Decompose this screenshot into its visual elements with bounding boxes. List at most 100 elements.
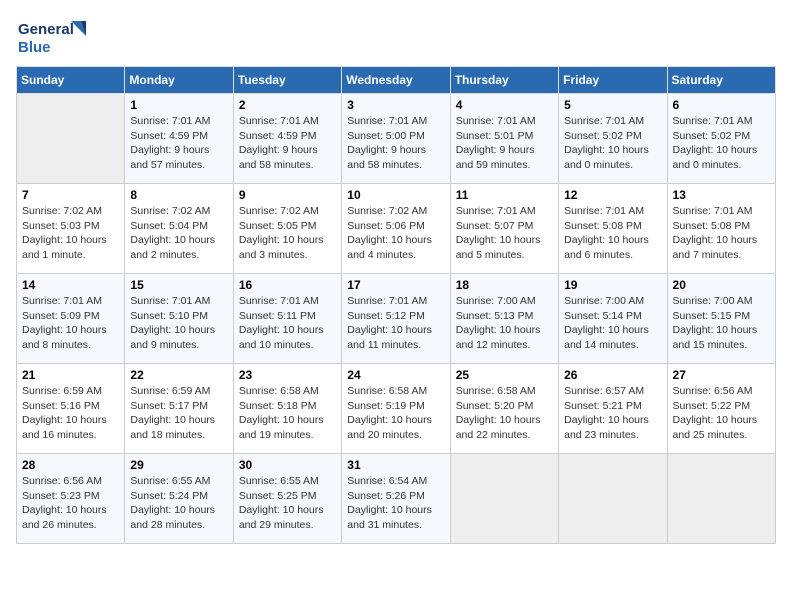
day-cell: 22 Sunrise: 6:59 AMSunset: 5:17 PMDayligh… <box>125 364 233 454</box>
day-number: 17 <box>347 278 444 292</box>
day-info: Sunrise: 7:00 AMSunset: 5:13 PMDaylight:… <box>456 294 553 353</box>
day-number: 23 <box>239 368 336 382</box>
day-number: 26 <box>564 368 661 382</box>
day-info: Sunrise: 7:01 AMSunset: 4:59 PMDaylight:… <box>239 114 336 173</box>
day-cell: 14Sunrise: 7:01 AMSunset: 5:09 PMDayligh… <box>17 274 125 364</box>
day-cell: 20 Sunrise: 7:00 AMSunset: 5:15 PMDayligh… <box>667 274 775 364</box>
day-cell: 31 Sunrise: 6:54 AMSunset: 5:26 PMDayligh… <box>342 454 450 544</box>
day-number: 2 <box>239 98 336 112</box>
header-cell-sunday: Sunday <box>17 67 125 94</box>
day-info: Sunrise: 6:57 AMSunset: 5:21 PMDaylight:… <box>564 384 661 443</box>
day-info: Sunrise: 7:00 AMSunset: 5:14 PMDaylight:… <box>564 294 661 353</box>
day-cell: 7 Sunrise: 7:02 AMSunset: 5:03 PMDaylight… <box>17 184 125 274</box>
day-info: Sunrise: 7:01 AMSunset: 5:10 PMDaylight:… <box>130 294 227 353</box>
day-info: Sunrise: 6:54 AMSunset: 5:26 PMDaylight:… <box>347 474 444 533</box>
day-info: Sunrise: 6:59 AMSunset: 5:17 PMDaylight:… <box>130 384 227 443</box>
day-cell: 15Sunrise: 7:01 AMSunset: 5:10 PMDayligh… <box>125 274 233 364</box>
week-row-1: 1 Sunrise: 7:01 AMSunset: 4:59 PMDaylight… <box>17 94 776 184</box>
day-info: Sunrise: 6:59 AMSunset: 5:16 PMDaylight:… <box>22 384 119 443</box>
day-info: Sunrise: 6:56 AMSunset: 5:22 PMDaylight:… <box>673 384 770 443</box>
header-cell-wednesday: Wednesday <box>342 67 450 94</box>
day-cell <box>559 454 667 544</box>
day-info: Sunrise: 7:01 AMSunset: 5:01 PMDaylight:… <box>456 114 553 173</box>
week-row-5: 28 Sunrise: 6:56 AMSunset: 5:23 PMDayligh… <box>17 454 776 544</box>
day-cell: 10Sunrise: 7:02 AMSunset: 5:06 PMDayligh… <box>342 184 450 274</box>
day-info: Sunrise: 7:01 AMSunset: 5:02 PMDaylight:… <box>564 114 661 173</box>
day-cell: 8 Sunrise: 7:02 AMSunset: 5:04 PMDaylight… <box>125 184 233 274</box>
day-cell: 9Sunrise: 7:02 AMSunset: 5:05 PMDaylight… <box>233 184 341 274</box>
svg-text:Blue: Blue <box>18 39 51 56</box>
day-cell: 21 Sunrise: 6:59 AMSunset: 5:16 PMDayligh… <box>17 364 125 454</box>
day-cell: 4 Sunrise: 7:01 AMSunset: 5:01 PMDaylight… <box>450 94 558 184</box>
day-cell: 3 Sunrise: 7:01 AMSunset: 5:00 PMDaylight… <box>342 94 450 184</box>
day-number: 6 <box>673 98 770 112</box>
day-info: Sunrise: 7:01 AMSunset: 5:02 PMDaylight:… <box>673 114 770 173</box>
day-info: Sunrise: 7:00 AMSunset: 5:15 PMDaylight:… <box>673 294 770 353</box>
day-number: 31 <box>347 458 444 472</box>
header-row: SundayMondayTuesdayWednesdayThursdayFrid… <box>17 67 776 94</box>
day-number: 13 <box>673 188 770 202</box>
day-number: 5 <box>564 98 661 112</box>
page-header: GeneralBlue <box>16 16 776 56</box>
day-number: 20 <box>673 278 770 292</box>
day-number: 28 <box>22 458 119 472</box>
day-info: Sunrise: 7:02 AMSunset: 5:04 PMDaylight:… <box>130 204 227 263</box>
day-cell: 17 Sunrise: 7:01 AMSunset: 5:12 PMDayligh… <box>342 274 450 364</box>
header-cell-monday: Monday <box>125 67 233 94</box>
day-info: Sunrise: 7:01 AMSunset: 5:00 PMDaylight:… <box>347 114 444 173</box>
day-cell: 30 Sunrise: 6:55 AMSunset: 5:25 PMDayligh… <box>233 454 341 544</box>
day-cell: 26 Sunrise: 6:57 AMSunset: 5:21 PMDayligh… <box>559 364 667 454</box>
day-cell: 28 Sunrise: 6:56 AMSunset: 5:23 PMDayligh… <box>17 454 125 544</box>
header-cell-tuesday: Tuesday <box>233 67 341 94</box>
day-cell <box>667 454 775 544</box>
logo: GeneralBlue <box>16 16 96 56</box>
day-cell: 19 Sunrise: 7:00 AMSunset: 5:14 PMDayligh… <box>559 274 667 364</box>
day-number: 11 <box>456 188 553 202</box>
day-number: 25 <box>456 368 553 382</box>
day-number: 30 <box>239 458 336 472</box>
day-cell: 29 Sunrise: 6:55 AMSunset: 5:24 PMDayligh… <box>125 454 233 544</box>
day-info: Sunrise: 6:55 AMSunset: 5:24 PMDaylight:… <box>130 474 227 533</box>
day-cell: 25 Sunrise: 6:58 AMSunset: 5:20 PMDayligh… <box>450 364 558 454</box>
day-number: 4 <box>456 98 553 112</box>
day-cell <box>17 94 125 184</box>
day-number: 29 <box>130 458 227 472</box>
day-cell: 18 Sunrise: 7:00 AMSunset: 5:13 PMDayligh… <box>450 274 558 364</box>
day-info: Sunrise: 7:02 AMSunset: 5:03 PMDaylight:… <box>22 204 119 263</box>
header-cell-thursday: Thursday <box>450 67 558 94</box>
day-number: 1 <box>130 98 227 112</box>
day-number: 21 <box>22 368 119 382</box>
day-cell: 13Sunrise: 7:01 AMSunset: 5:08 PMDayligh… <box>667 184 775 274</box>
day-number: 12 <box>564 188 661 202</box>
day-number: 7 <box>22 188 119 202</box>
day-cell: 5 Sunrise: 7:01 AMSunset: 5:02 PMDaylight… <box>559 94 667 184</box>
day-cell: 1 Sunrise: 7:01 AMSunset: 4:59 PMDaylight… <box>125 94 233 184</box>
day-info: Sunrise: 7:01 AMSunset: 4:59 PMDaylight:… <box>130 114 227 173</box>
day-number: 8 <box>130 188 227 202</box>
day-number: 18 <box>456 278 553 292</box>
day-number: 19 <box>564 278 661 292</box>
day-info: Sunrise: 6:56 AMSunset: 5:23 PMDaylight:… <box>22 474 119 533</box>
day-info: Sunrise: 7:01 AMSunset: 5:08 PMDaylight:… <box>564 204 661 263</box>
day-cell: 23 Sunrise: 6:58 AMSunset: 5:18 PMDayligh… <box>233 364 341 454</box>
calendar-body: 1 Sunrise: 7:01 AMSunset: 4:59 PMDaylight… <box>17 94 776 544</box>
week-row-3: 14Sunrise: 7:01 AMSunset: 5:09 PMDayligh… <box>17 274 776 364</box>
day-cell: 6 Sunrise: 7:01 AMSunset: 5:02 PMDaylight… <box>667 94 775 184</box>
week-row-2: 7 Sunrise: 7:02 AMSunset: 5:03 PMDaylight… <box>17 184 776 274</box>
day-info: Sunrise: 6:55 AMSunset: 5:25 PMDaylight:… <box>239 474 336 533</box>
day-cell: 24Sunrise: 6:58 AMSunset: 5:19 PMDayligh… <box>342 364 450 454</box>
day-number: 9 <box>239 188 336 202</box>
day-info: Sunrise: 6:58 AMSunset: 5:18 PMDaylight:… <box>239 384 336 443</box>
day-number: 3 <box>347 98 444 112</box>
day-cell <box>450 454 558 544</box>
header-cell-friday: Friday <box>559 67 667 94</box>
header-cell-saturday: Saturday <box>667 67 775 94</box>
day-number: 27 <box>673 368 770 382</box>
day-cell: 27 Sunrise: 6:56 AMSunset: 5:22 PMDayligh… <box>667 364 775 454</box>
day-info: Sunrise: 6:58 AMSunset: 5:20 PMDaylight:… <box>456 384 553 443</box>
day-info: Sunrise: 7:01 AMSunset: 5:07 PMDaylight:… <box>456 204 553 263</box>
day-cell: 16Sunrise: 7:01 AMSunset: 5:11 PMDayligh… <box>233 274 341 364</box>
calendar-table: SundayMondayTuesdayWednesdayThursdayFrid… <box>16 66 776 544</box>
day-number: 22 <box>130 368 227 382</box>
day-info: Sunrise: 7:01 AMSunset: 5:12 PMDaylight:… <box>347 294 444 353</box>
